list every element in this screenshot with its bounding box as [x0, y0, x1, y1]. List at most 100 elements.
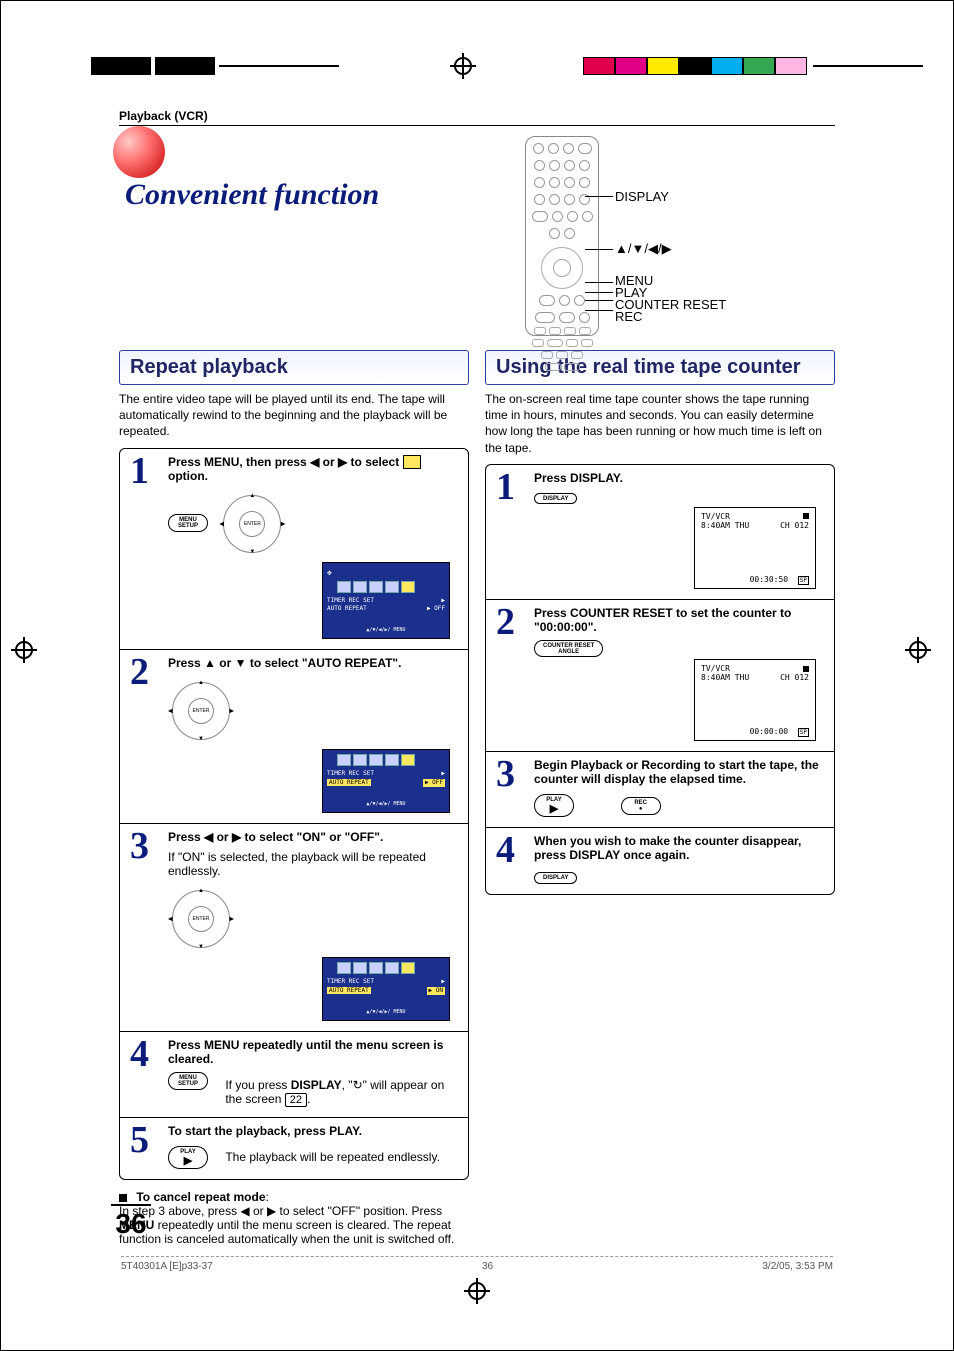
osd-menu-2: TIMER REC SET ▶ AUTO REPEAT ▶ OFF ▲/▼/◀/… [322, 749, 450, 813]
left-step-1: 1 Press MENU, then press ◀ or ▶ to selec… [120, 449, 468, 650]
step3-text-a: Press [168, 830, 204, 844]
nav-pad-icon: ▲▼▶◀ ENTER [223, 495, 281, 553]
step4-sub-a: If you press [225, 1078, 290, 1092]
osd-menu-3: TIMER REC SET ▶ AUTO REPEAT ▶ ON ▲/▼/◀/▶… [322, 957, 450, 1021]
remote-diagram: DISPLAY ▲/▼/◀/▶ MENU PLAY COUNTER RESET … [525, 136, 835, 346]
content-area: Playback (VCR) Convenient function [119, 109, 835, 1246]
square-bullet-icon [119, 1194, 127, 1202]
print-marks-bar [91, 53, 923, 79]
down-arrow-icon: ▼ [235, 656, 247, 670]
step-number: 4 [130, 1038, 160, 1107]
remote-outline-icon [525, 136, 599, 336]
footer-right: 3/2/05, 3:53 PM [762, 1261, 833, 1272]
step3-text-c: to select "ON" or "OFF". [241, 830, 383, 844]
step1-text-c: to select [347, 455, 402, 469]
hero-row: Convenient function [119, 136, 835, 346]
osd-menu-1: ✥ TIMER REC SET ▶ AUTO REPEAT ▶ OFF ▲/▼/… [322, 562, 450, 639]
step1-text-b: or [319, 455, 338, 469]
left-arrow-icon: ◀ [310, 455, 319, 469]
step1-text-a: Press MENU, then press [168, 455, 310, 469]
rstep2-title: Press COUNTER RESET to set the counter t… [534, 606, 791, 634]
step2-text-c: to select "AUTO REPEAT". [246, 656, 401, 670]
footer-left: 5T40301A [E]p33-37 [121, 1261, 213, 1272]
step-number: 3 [130, 830, 160, 1021]
display-button-icon: DISPLAY [534, 872, 577, 883]
bottom-cross-icon [468, 1282, 486, 1300]
step4-title: Press MENU repeatedly until the menu scr… [168, 1038, 443, 1066]
left-arrow-icon: ◀ [204, 830, 213, 844]
step4-sub-c: , " [342, 1078, 353, 1092]
footer-center: 36 [482, 1261, 493, 1272]
step5-sub: The playback will be repeated endlessly. [225, 1150, 440, 1164]
step-number: 3 [496, 758, 526, 817]
nav-pad-icon: ▲▼▶◀ ENTER [172, 682, 230, 740]
remote-label-arrows: ▲/▼/◀/▶ [615, 242, 672, 257]
rstep1-title: Press DISPLAY. [534, 471, 623, 485]
step-number: 2 [496, 606, 526, 742]
page: Playback (VCR) Convenient function [0, 0, 954, 1351]
step3-sub: If "ON" is selected, the playback will b… [168, 850, 450, 878]
page-title: Convenient function [119, 178, 379, 212]
right-arrow-icon: ▶ [338, 455, 347, 469]
crop-mark-left-icon [15, 641, 45, 671]
right-step-2: 2 Press COUNTER RESET to set the counter… [486, 599, 834, 752]
menu-tile-icon [403, 455, 421, 469]
right-intro: The on-screen real time tape counter sho… [485, 391, 835, 456]
step-number: 1 [496, 471, 526, 589]
step1-text-d: option. [168, 469, 208, 483]
page-ref-22: 22 [285, 1093, 307, 1107]
left-intro: The entire video tape will be played unt… [119, 391, 469, 440]
step-number: 1 [130, 455, 160, 640]
play-button-icon: PLAY ▶ [534, 794, 574, 817]
rec-button-icon: REC ● [621, 797, 661, 815]
right-steps-frame: 1 Press DISPLAY. DISPLAY TV/VCR 8:40AM T… [485, 464, 835, 895]
right-step-4: 4 When you wish to make the counter disa… [486, 827, 834, 894]
step-number: 2 [130, 656, 160, 813]
step3-text-b: or [213, 830, 232, 844]
left-steps-frame: 1 Press MENU, then press ◀ or ▶ to selec… [119, 448, 469, 1181]
tv-osd-1: TV/VCR 8:40AM THU CH 012 00:30:50 SP [694, 507, 816, 589]
center-cross-icon [454, 57, 472, 75]
display-button-icon: DISPLAY [534, 493, 577, 504]
left-column: Repeat playback The entire video tape wi… [119, 350, 469, 1246]
step2-text-a: Press [168, 656, 204, 670]
left-register-marks [91, 57, 343, 75]
step5-title: To start the playback, press PLAY. [168, 1124, 362, 1138]
left-step-4: 4 Press MENU repeatedly until the menu s… [120, 1031, 468, 1117]
counter-reset-button-icon: COUNTER RESET ANGLE [534, 640, 603, 658]
page-number: 36 [111, 1204, 151, 1240]
cancel-c: to select "OFF" position. Press [276, 1204, 442, 1218]
remote-label-rec: REC [615, 310, 642, 325]
stop-indicator-icon [803, 513, 809, 519]
step2-text-b: or [216, 656, 235, 670]
cancel-head: To cancel repeat mode [136, 1190, 265, 1204]
step4-sub-b: DISPLAY [291, 1078, 342, 1092]
left-step-3: 3 Press ◀ or ▶ to select "ON" or "OFF". … [120, 823, 468, 1031]
loop-icon: ↻ [353, 1078, 363, 1092]
left-step-5: 5 To start the playback, press PLAY. PLA… [120, 1117, 468, 1179]
cancel-b: or [250, 1204, 267, 1218]
breadcrumb: Playback (VCR) [119, 109, 835, 123]
play-button-icon: PLAY ▶ [168, 1146, 208, 1169]
rstep3-title: Begin Playback or Recording to start the… [534, 758, 819, 786]
menu-setup-button-icon: MENU SETUP [168, 514, 208, 532]
footer-meta: 5T40301A [E]p33-37 36 3/2/05, 3:53 PM [121, 1256, 833, 1272]
step-number: 4 [496, 834, 526, 884]
stop-indicator-icon [803, 666, 809, 672]
hero-orb-icon [113, 126, 165, 178]
crop-mark-right-icon [909, 641, 939, 671]
step-number: 5 [130, 1124, 160, 1169]
left-arrow-icon: ◀ [240, 1204, 249, 1218]
rstep4-title: When you wish to make the counter disapp… [534, 834, 801, 862]
cancel-note: To cancel repeat mode: In step 3 above, … [119, 1190, 469, 1246]
color-register-bar [583, 57, 923, 75]
tv-osd-2: TV/VCR 8:40AM THU CH 012 00:00:00 SP [694, 659, 816, 741]
right-column: Using the real time tape counter The on-… [485, 350, 835, 1246]
remote-label-display: DISPLAY [615, 190, 669, 205]
left-step-2: 2 Press ▲ or ▼ to select "AUTO REPEAT". … [120, 649, 468, 823]
nav-pad-icon: ▲▼▶◀ ENTER [172, 890, 230, 948]
right-step-1: 1 Press DISPLAY. DISPLAY TV/VCR 8:40AM T… [486, 465, 834, 599]
rule-line [119, 125, 835, 126]
menu-setup-button-icon: MENU SETUP [168, 1072, 208, 1090]
right-arrow-icon: ▶ [232, 830, 241, 844]
